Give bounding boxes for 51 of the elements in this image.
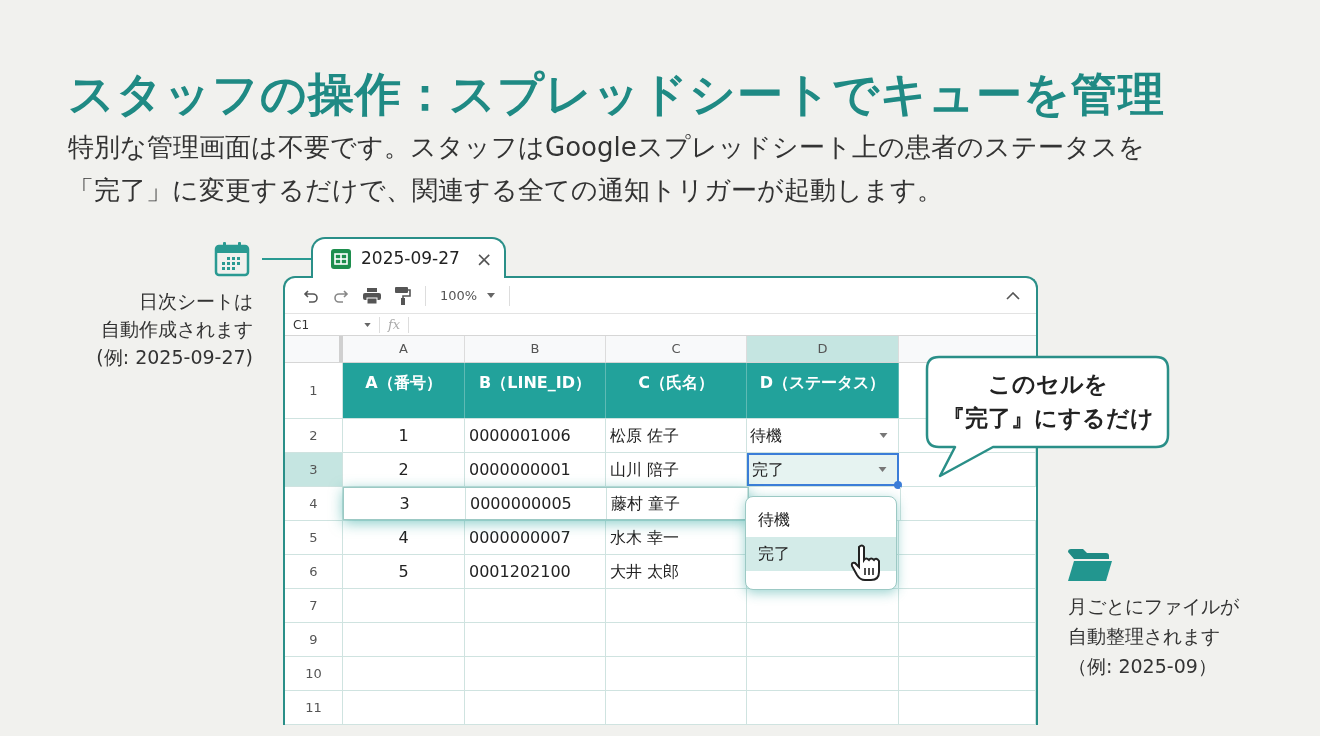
zoom-select[interactable]: 100%	[440, 285, 496, 306]
header-cell: A（番号）	[343, 363, 465, 418]
paint-format-icon[interactable]	[395, 286, 411, 305]
row-number[interactable]: 9	[285, 623, 343, 656]
table-cell: 0000001006	[465, 419, 606, 452]
column-header[interactable]: D	[747, 336, 899, 362]
caret-icon	[879, 433, 888, 438]
sheet-icon	[331, 248, 351, 269]
folder-icon	[1068, 549, 1112, 581]
table-cell: 5	[343, 555, 465, 588]
description: 特別な管理画面は不要です。スタッフはGoogleスプレッドシート上の患者のステータスを 「完了」に変更するだけで、関連する全ての通知トリガーが起動します。	[68, 131, 1146, 207]
menu-item[interactable]: 完了	[746, 537, 896, 571]
table-cell: 4	[343, 521, 465, 554]
caret-icon	[364, 322, 371, 327]
table-cell: 2	[343, 453, 465, 486]
row-number[interactable]: 3	[285, 453, 343, 486]
slide-title: スタッフの操作：スプレッドシートでキューを管理	[68, 66, 1166, 123]
menu-item[interactable]: 待機	[746, 503, 896, 537]
caret-icon	[878, 467, 887, 472]
column-header[interactable]: A	[343, 336, 465, 362]
table-cell: 1	[343, 419, 465, 452]
name-box[interactable]: C1	[293, 315, 371, 334]
row-number[interactable]: 7	[285, 589, 343, 622]
caret-icon	[487, 293, 496, 298]
header-cell: D（ステータス）	[747, 363, 899, 418]
row-number[interactable]: 11	[285, 691, 343, 724]
table-cell: 0001202100	[465, 555, 606, 588]
table-cell: 0000000007	[465, 521, 606, 554]
row-number[interactable]: 10	[285, 657, 343, 690]
table-cell: 3	[344, 488, 466, 519]
dropdown-cell[interactable]: 待機	[747, 419, 899, 452]
calendar-icon	[214, 241, 250, 277]
note-text: 日次シートは 自動作成されます (例: 2025-09-27)	[96, 289, 253, 370]
tab-title: 2025-09-27	[361, 246, 460, 270]
undo-icon[interactable]	[303, 288, 319, 303]
print-icon[interactable]	[363, 287, 381, 304]
column-header[interactable]: B	[465, 336, 606, 362]
collapse-icon[interactable]	[1006, 291, 1020, 300]
fill-handle[interactable]	[894, 481, 902, 489]
selected-cell[interactable]: 完了	[747, 453, 899, 486]
table-cell: 松原 佐子	[606, 419, 747, 452]
callout-text: このセルを 『完了』にするだけ	[941, 370, 1154, 433]
close-button[interactable]: ×	[475, 243, 493, 274]
table-cell: 0000000005	[466, 488, 607, 519]
sheet-tab[interactable]: 2025-09-27 ×	[311, 237, 506, 278]
redo-icon[interactable]	[333, 288, 349, 303]
header-cell: B（LINE_ID）	[465, 363, 606, 418]
note-text: 月ごとにファイルが 自動整理されます （例: 2025-09）	[1068, 594, 1239, 679]
header-cell: C（氏名）	[606, 363, 747, 418]
formula-label: fx	[388, 315, 401, 334]
table-cell: 0000000001	[465, 453, 606, 486]
